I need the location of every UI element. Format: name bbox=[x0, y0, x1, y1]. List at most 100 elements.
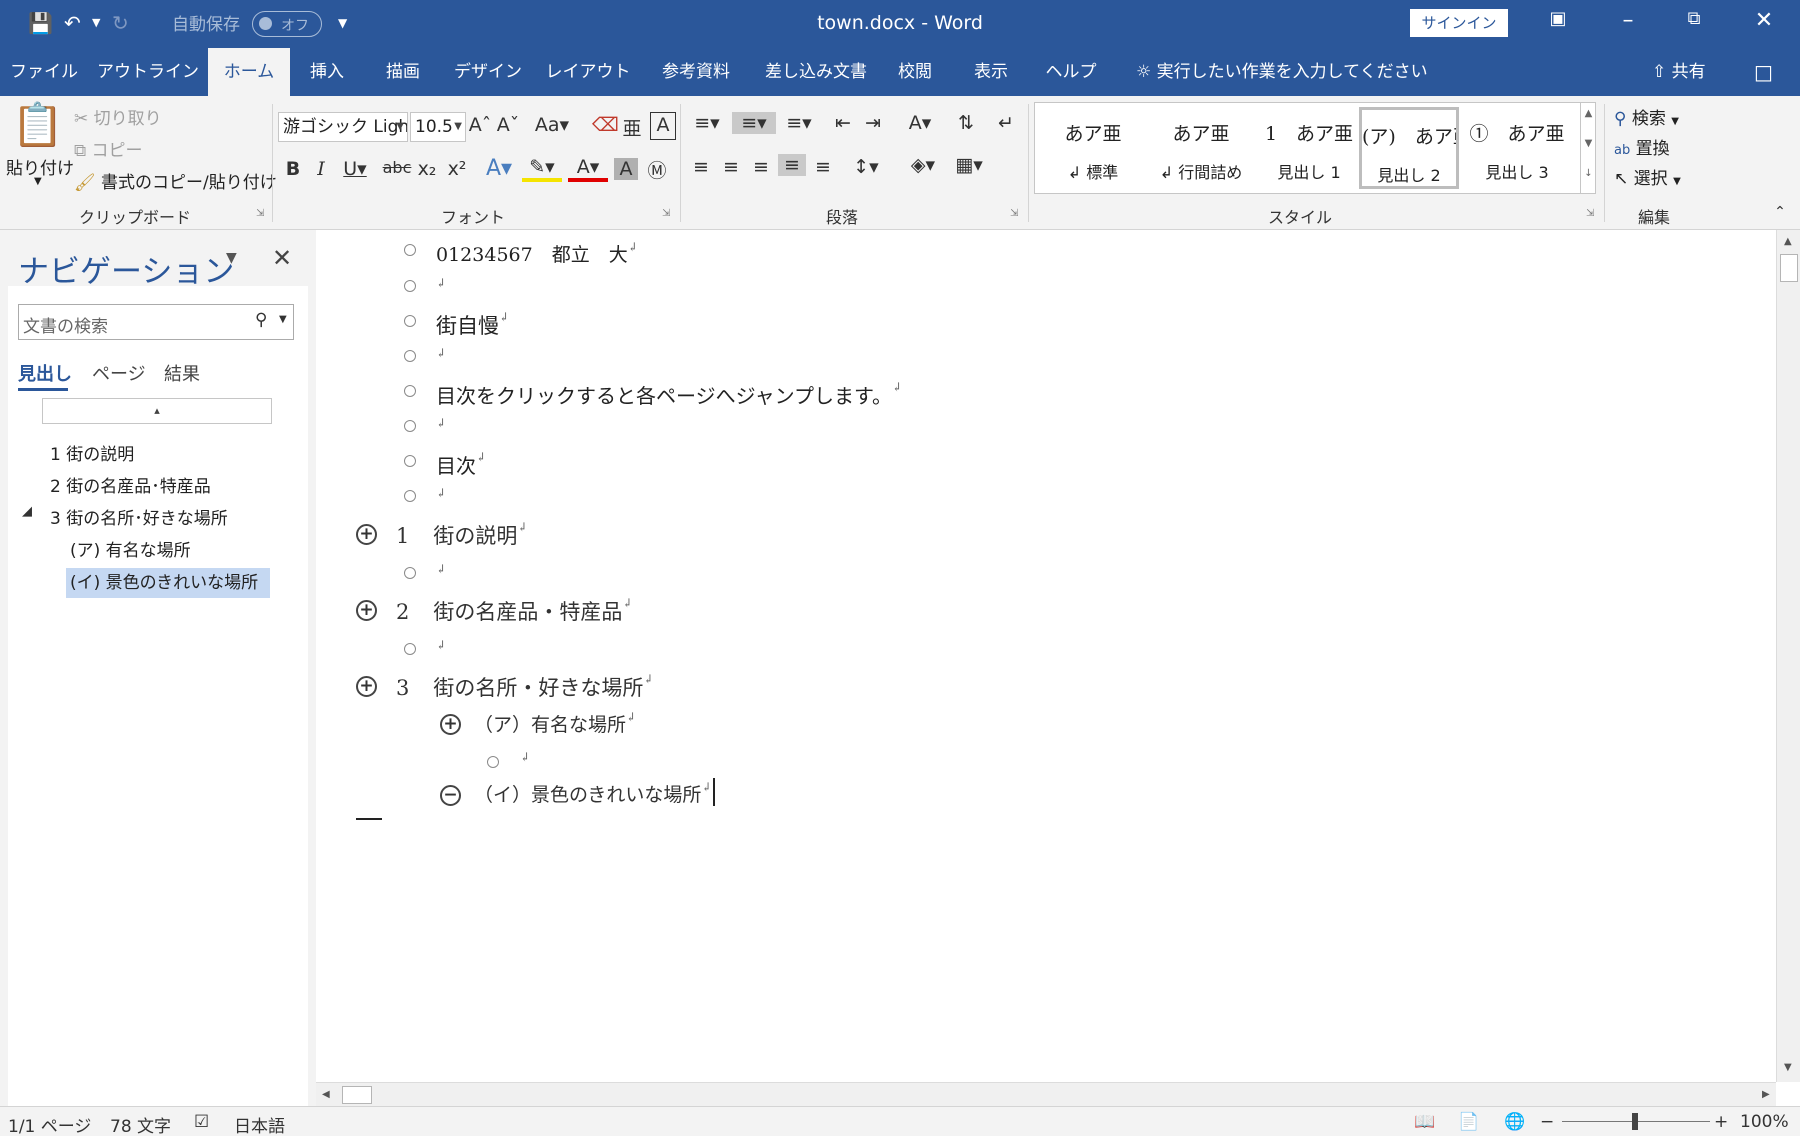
outline-bullet[interactable] bbox=[404, 567, 416, 579]
document-canvas[interactable]: 01234567 都立 大 ↲ ↲ 街自慢 ↲ ↲ 目次をクリックすると各ページへジ… bbox=[316, 230, 1776, 1082]
styles-launcher-icon[interactable]: ⇲ bbox=[1586, 208, 1594, 219]
select-button[interactable]: ↖ 選択 ▼ bbox=[1614, 164, 1681, 189]
paragraph-launcher-icon[interactable]: ⇲ bbox=[1010, 208, 1018, 219]
tab-draw[interactable]: 描画 bbox=[372, 48, 434, 96]
italic-icon[interactable]: I bbox=[310, 158, 332, 180]
line-spacing-icon[interactable]: ↕▾ bbox=[846, 156, 886, 178]
strikethrough-icon[interactable]: abc bbox=[382, 158, 412, 177]
expand-plus-icon[interactable]: + bbox=[356, 600, 377, 621]
outline-bullet[interactable] bbox=[487, 756, 499, 768]
tab-mailings[interactable]: 差し込み文書 bbox=[760, 48, 872, 96]
collapse-headings-button[interactable]: ▴ bbox=[42, 398, 272, 424]
outline-bullet[interactable] bbox=[404, 385, 416, 397]
expand-plus-icon[interactable]: + bbox=[356, 524, 377, 545]
outline-heading-1[interactable]: 3 街の名所・好きな場所 ↲ bbox=[396, 672, 653, 702]
outline-heading-2[interactable]: （イ）景色のきれいな場所 ↲ bbox=[474, 780, 712, 807]
tab-design[interactable]: デザイン bbox=[448, 48, 528, 96]
read-mode-icon[interactable]: 📖 bbox=[1414, 1112, 1435, 1132]
tab-pages[interactable]: ページ bbox=[92, 360, 146, 386]
nav-heading-item[interactable]: 2 街の名産品･特産品 bbox=[50, 472, 211, 502]
increase-indent-icon[interactable]: ⇥ bbox=[860, 112, 886, 134]
font-launcher-icon[interactable]: ⇲ bbox=[662, 208, 670, 219]
scroll-down-icon[interactable]: ▼ bbox=[1784, 1062, 1792, 1073]
zoom-out-icon[interactable]: − bbox=[1540, 1112, 1554, 1132]
signin-button[interactable]: サインイン bbox=[1410, 9, 1508, 37]
underline-icon[interactable]: U▾ bbox=[338, 158, 372, 180]
font-size-select[interactable]: 10.5 ▼ bbox=[410, 112, 466, 142]
outline-bullet[interactable] bbox=[404, 244, 416, 256]
tab-outline[interactable]: アウトライン bbox=[96, 48, 200, 96]
expand-plus-icon[interactable]: + bbox=[356, 676, 377, 697]
grow-font-icon[interactable]: Aˆ bbox=[468, 114, 492, 136]
shading-icon[interactable]: ◈▾ bbox=[902, 154, 944, 176]
outline-bullet[interactable] bbox=[404, 643, 416, 655]
cut-button[interactable]: ✂ 切り取り bbox=[74, 104, 162, 129]
search-dropdown-icon[interactable]: ▼ bbox=[279, 314, 287, 325]
collapse-ribbon-icon[interactable]: ⌃ bbox=[1768, 204, 1792, 220]
find-button[interactable]: ⚲ 検索 ▼ bbox=[1614, 104, 1679, 129]
decrease-indent-icon[interactable]: ⇤ bbox=[830, 112, 856, 134]
style-no-spacing[interactable]: あア亜 ↲ 行間詰め bbox=[1151, 107, 1251, 189]
collapse-minus-icon[interactable]: − bbox=[440, 785, 461, 806]
search-icon[interactable]: ⚲ bbox=[255, 310, 267, 330]
ribbon-display-options-icon[interactable]: ▣ bbox=[1538, 8, 1578, 29]
nav-pane-menu-icon[interactable]: ▼ bbox=[226, 250, 237, 266]
multilevel-list-icon[interactable]: ≡▾ bbox=[780, 112, 818, 134]
outline-heading-2[interactable]: （ア）有名な場所 ↲ bbox=[474, 710, 636, 737]
scroll-up-icon[interactable]: ▲ bbox=[1784, 236, 1792, 247]
expand-plus-icon[interactable]: + bbox=[440, 714, 461, 735]
share-button[interactable]: ⇧ 共有 bbox=[1652, 48, 1706, 96]
style-normal[interactable]: あア亜 ↲ 標準 bbox=[1043, 107, 1143, 189]
copy-button[interactable]: ⧉ コピー bbox=[74, 136, 143, 161]
phonetic-guide-icon[interactable]: 亜 bbox=[620, 114, 644, 141]
nav-heading-item-selected[interactable]: (イ) 景色のきれいな場所 bbox=[66, 568, 270, 598]
show-formatting-icon[interactable]: ↵ bbox=[994, 112, 1018, 134]
paste-icon[interactable]: 📋 bbox=[10, 100, 66, 156]
outline-bullet[interactable] bbox=[404, 420, 416, 432]
close-icon[interactable]: ✕ bbox=[1744, 8, 1784, 33]
outline-bullet[interactable] bbox=[404, 280, 416, 292]
horizontal-scrollbar[interactable]: ◀ ▶ bbox=[316, 1082, 1776, 1106]
paste-dropdown-icon[interactable]: ▼ bbox=[34, 176, 42, 187]
style-heading-1[interactable]: 1 あア亜 見出し 1 bbox=[1259, 107, 1359, 189]
zoom-level[interactable]: 100% bbox=[1740, 1112, 1789, 1132]
style-gallery-scroll[interactable]: ▲ ▼ ↓ bbox=[1580, 102, 1596, 194]
shrink-font-icon[interactable]: Aˇ bbox=[496, 114, 520, 136]
tab-file[interactable]: ファイル bbox=[0, 48, 88, 96]
close-icon[interactable]: ✕ bbox=[272, 244, 292, 272]
expand-triangle-icon[interactable]: ◢ bbox=[22, 504, 32, 519]
replace-button[interactable]: ab 置換 bbox=[1614, 134, 1670, 159]
minimize-icon[interactable]: – bbox=[1608, 8, 1648, 33]
subscript-icon[interactable]: x₂ bbox=[414, 158, 440, 180]
superscript-icon[interactable]: x² bbox=[444, 158, 470, 180]
tab-insert[interactable]: 挿入 bbox=[296, 48, 358, 96]
enclose-characters-icon[interactable]: Ⓜ bbox=[644, 156, 670, 183]
character-shading-icon[interactable]: A bbox=[614, 158, 638, 180]
restore-icon[interactable]: ⧉ bbox=[1674, 8, 1714, 29]
clear-formatting-icon[interactable]: ⌫ bbox=[592, 114, 619, 136]
change-case-icon[interactable]: Aa▾ bbox=[534, 114, 570, 136]
tab-headings[interactable]: 見出し bbox=[18, 360, 72, 386]
tab-results[interactable]: 結果 bbox=[164, 360, 200, 386]
bullets-icon[interactable]: ≡▾ bbox=[688, 112, 726, 134]
page-count[interactable]: 1/1 ページ bbox=[8, 1112, 91, 1136]
outline-heading-1[interactable]: 2 街の名産品・特産品 ↲ bbox=[396, 596, 632, 626]
proofing-icon[interactable]: ☑ bbox=[194, 1112, 209, 1132]
search-input[interactable]: 文書の検索 ⚲ ▼ bbox=[18, 304, 294, 340]
clipboard-launcher-icon[interactable]: ⇲ bbox=[256, 208, 264, 219]
tell-me-box[interactable]: ☼ 実行したい作業を入力してください bbox=[1136, 48, 1428, 96]
print-layout-icon[interactable]: 📄 bbox=[1458, 1112, 1479, 1132]
style-heading-2[interactable]: (ア) あア亜 見出し 2 bbox=[1359, 107, 1459, 189]
align-center-icon[interactable]: ≡ bbox=[718, 156, 744, 178]
scroll-right-icon[interactable]: ▶ bbox=[1762, 1089, 1770, 1100]
gallery-more-icon[interactable]: ↓ bbox=[1581, 168, 1596, 179]
text-effects-icon[interactable]: A▾ bbox=[482, 156, 516, 181]
scroll-thumb[interactable] bbox=[1780, 254, 1798, 282]
comments-icon[interactable]: □ bbox=[1754, 48, 1773, 96]
sort-icon[interactable]: ⇅ bbox=[954, 112, 978, 134]
tab-review[interactable]: 校閲 bbox=[884, 48, 946, 96]
tab-help[interactable]: ヘルプ bbox=[1036, 48, 1106, 96]
style-heading-3[interactable]: ① あア亜 見出し 3 bbox=[1467, 107, 1567, 189]
scroll-left-icon[interactable]: ◀ bbox=[322, 1089, 330, 1100]
outline-bullet[interactable] bbox=[404, 350, 416, 362]
